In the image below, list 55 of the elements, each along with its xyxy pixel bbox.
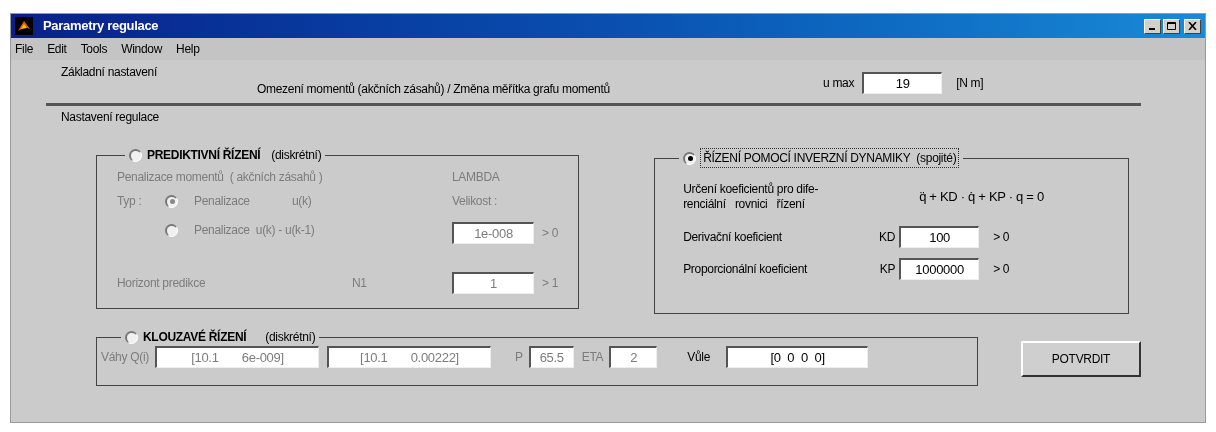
menu-item[interactable]: Help [176, 40, 200, 58]
field-label: P [515, 349, 523, 366]
field-label: ETA [581, 349, 604, 366]
field-label: LAMBDA [452, 169, 501, 186]
group-subtitle: (diskrétní) [265, 329, 316, 346]
field-label: Penalizace momentů ( akčních zásahů ) [117, 169, 324, 186]
section-title: Nastavení regulace [61, 109, 160, 126]
input-field[interactable]: [0 0 0 0] [726, 346, 869, 368]
menu-item[interactable]: File [15, 40, 34, 58]
field-label: KP [878, 261, 896, 278]
field-label: Derivační koeficient [683, 229, 783, 246]
group-title: KLOUZAVÉ ŘÍZENÍ [143, 328, 247, 346]
field-label: Vůle [687, 349, 711, 366]
field-label: Typ : [117, 193, 143, 210]
group-subtitle: (diskrétní) [271, 147, 322, 164]
section-title: Základní nastavení [61, 64, 158, 81]
input-field[interactable]: [10.1 6e-009] [155, 346, 319, 368]
field-label: KD [878, 229, 896, 246]
option-label: Penalizace u(k) - u(k-1) [194, 222, 315, 239]
field-label: Velikost : [452, 193, 499, 210]
equation-text: q̈ + KD · q̇ + KP · q = 0 [919, 188, 1044, 207]
limit-label: > 0 [993, 229, 1010, 246]
menu-item[interactable]: Window [121, 40, 163, 58]
window-title: Parametry regulace [43, 17, 159, 36]
confirm-button[interactable]: POTVRDIT [1021, 341, 1141, 377]
field-label: u max [823, 75, 855, 92]
field-label: Proporcionální koeficient [683, 261, 809, 278]
limit-label: > 0 [993, 261, 1010, 278]
limit-label: > 1 [542, 275, 559, 292]
menu-item[interactable]: Tools [80, 40, 108, 58]
close-button[interactable] [1184, 18, 1201, 34]
input-field[interactable]: 19 [862, 72, 943, 94]
description-text: renciální rovnici řízení [683, 197, 806, 212]
maximize-icon [1167, 22, 1176, 30]
field-label: Horizont predikce [117, 275, 207, 292]
maximize-button[interactable] [1163, 18, 1180, 34]
input-field[interactable]: [10.1 0.00222] [327, 346, 491, 368]
input-field[interactable]: 1000000 [899, 258, 980, 280]
field-label: N1 [352, 275, 368, 292]
menu-item[interactable]: Edit [47, 40, 67, 58]
description-text: Omezení momentů (akčních zásahů) / Změna měřítka grafu momentů [257, 81, 611, 98]
unit-label: [N m] [956, 75, 984, 92]
group-title: ŘÍZENÍ POMOCÍ INVERZNÍ DYNAMIKY (spojité) [700, 148, 960, 168]
minimize-button[interactable] [1144, 18, 1161, 34]
option-label: Penalizace [194, 193, 251, 210]
close-icon [1188, 22, 1197, 30]
input-field[interactable]: 100 [899, 226, 980, 248]
limit-label: > 0 [542, 225, 559, 242]
description-text: Určení koeficientů pro dife- [683, 182, 820, 197]
app-icon [15, 17, 33, 35]
group-title: PREDIKTIVNÍ ŘÍZENÍ [147, 146, 261, 164]
radio-button[interactable] [125, 330, 138, 344]
radio-button[interactable] [683, 151, 697, 165]
field-label: Váhy Q(i) [101, 349, 147, 366]
option-label: u(k) [292, 193, 312, 210]
